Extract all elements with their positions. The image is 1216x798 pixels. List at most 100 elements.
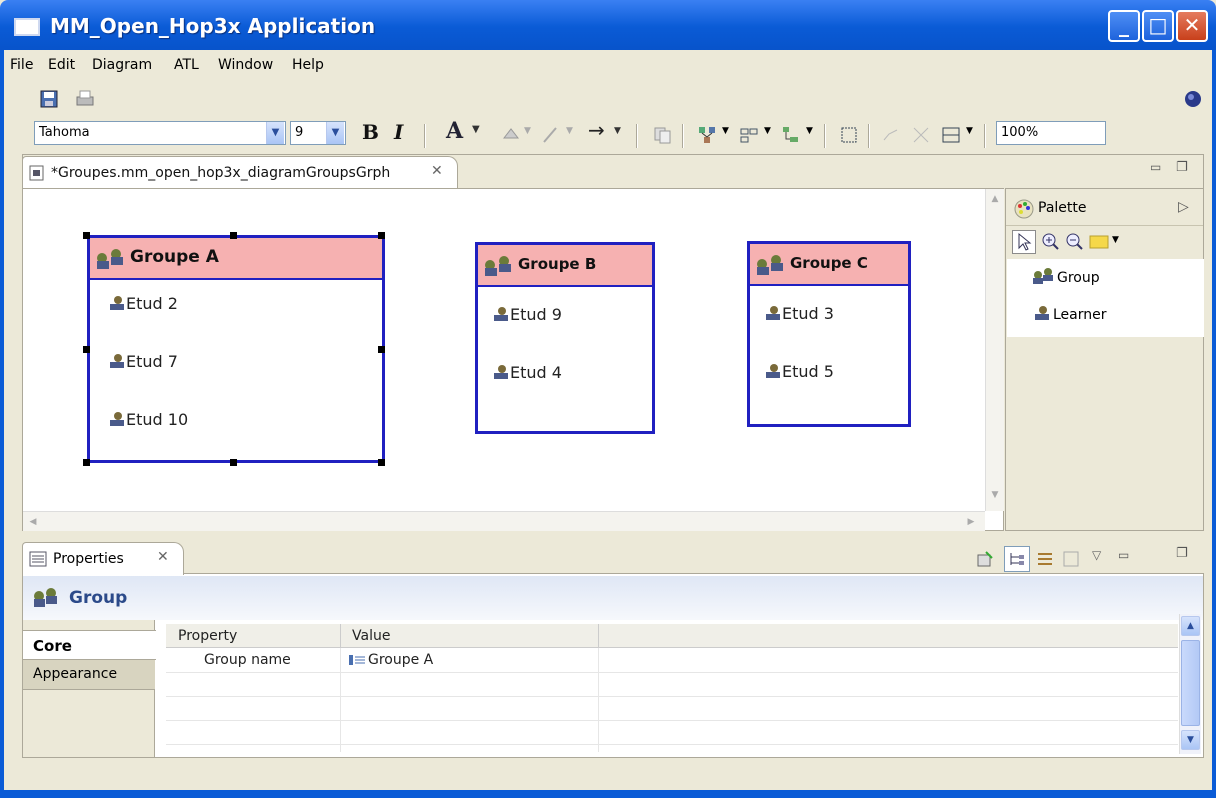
menu-file[interactable]: File: [10, 57, 33, 73]
resize-handle[interactable]: [378, 346, 385, 353]
minimize-button[interactable]: _: [1108, 10, 1140, 42]
font-color-dropdown-icon[interactable]: ▼: [472, 124, 480, 135]
menu-window[interactable]: Window: [218, 57, 273, 73]
scroll-up-icon[interactable]: ▲: [1181, 616, 1200, 636]
line-color-dropdown-icon[interactable]: ▼: [566, 126, 573, 136]
note-icon[interactable]: [1088, 231, 1110, 253]
fill-color-icon[interactable]: [500, 124, 522, 146]
font-color-button[interactable]: A: [446, 118, 463, 144]
view-menu-icon[interactable]: ▽: [1092, 548, 1101, 562]
vertical-scrollbar[interactable]: ▲ ▼: [985, 189, 1004, 511]
close-button[interactable]: ✕: [1176, 10, 1208, 42]
learner-item[interactable]: Etud 9: [490, 305, 562, 324]
palette-title: Palette: [1038, 200, 1087, 216]
learner-item[interactable]: Etud 2: [106, 294, 178, 313]
route-icon[interactable]: [880, 124, 902, 146]
align-icon[interactable]: [738, 124, 760, 146]
close-properties-icon[interactable]: ✕: [157, 549, 169, 565]
menu-help[interactable]: Help: [292, 57, 324, 73]
line-style-dropdown-icon[interactable]: ▼: [966, 126, 973, 136]
arrange-all-icon[interactable]: [696, 124, 718, 146]
resize-handle[interactable]: [83, 459, 90, 466]
arrow-style-button[interactable]: →: [588, 118, 605, 142]
side-tab-core[interactable]: Core: [23, 630, 156, 660]
table-row[interactable]: Group name Groupe A: [166, 648, 1178, 672]
resize-handle[interactable]: [230, 232, 237, 239]
fill-color-dropdown-icon[interactable]: ▼: [524, 126, 531, 136]
resize-handle[interactable]: [230, 459, 237, 466]
line-color-icon[interactable]: [540, 124, 562, 146]
close-tab-icon[interactable]: ✕: [431, 163, 443, 179]
font-name-dropdown[interactable]: ▼: [266, 122, 284, 144]
group-header[interactable]: Groupe B: [478, 245, 652, 287]
arrange-dropdown-icon[interactable]: ▼: [722, 126, 729, 136]
copy-appearance-icon[interactable]: [652, 124, 674, 146]
menu-edit[interactable]: Edit: [48, 57, 75, 73]
scroll-down-icon[interactable]: ▼: [987, 487, 1003, 503]
bold-button[interactable]: B: [362, 120, 379, 144]
resize-handle[interactable]: [378, 459, 385, 466]
menu-atl[interactable]: ATL: [174, 57, 199, 73]
filter-icon[interactable]: [1034, 548, 1056, 570]
line-style-icon[interactable]: [940, 124, 962, 146]
palette-tool-group[interactable]: Group: [1031, 267, 1100, 286]
learner-item[interactable]: Etud 4: [490, 363, 562, 382]
pin-icon[interactable]: [974, 548, 996, 570]
collapse-palette-icon[interactable]: ▷: [1178, 199, 1189, 215]
align-dropdown-icon[interactable]: ▼: [764, 126, 771, 136]
remove-route-icon[interactable]: [910, 124, 932, 146]
diagram-canvas[interactable]: ▲ ▼ ◀ ▶ Groupe A Etud 2 Etud 7 Etud 10 G…: [22, 188, 1004, 531]
learner-item[interactable]: Etud 10: [106, 410, 188, 429]
group-icon: [757, 255, 783, 275]
group-header[interactable]: Groupe C: [750, 244, 908, 286]
globe-icon[interactable]: [1182, 88, 1204, 110]
group-node-b[interactable]: Groupe B Etud 9 Etud 4: [475, 242, 655, 434]
show-categories-button[interactable]: [1004, 546, 1030, 572]
minimize-view-icon[interactable]: ▭: [1150, 160, 1161, 174]
italic-button[interactable]: I: [394, 120, 403, 144]
maximize-view-icon[interactable]: ❐: [1176, 160, 1188, 175]
scroll-right-icon[interactable]: ▶: [963, 514, 979, 530]
learner-item[interactable]: Etud 5: [762, 362, 834, 381]
print-icon[interactable]: [74, 88, 96, 110]
font-name-combo[interactable]: Tahoma: [34, 121, 286, 145]
horizontal-scrollbar[interactable]: ◀ ▶: [23, 511, 985, 531]
learner-item[interactable]: Etud 3: [762, 304, 834, 323]
zoom-out-icon[interactable]: [1064, 231, 1086, 253]
group-node-c[interactable]: Groupe C Etud 3 Etud 5: [747, 241, 911, 427]
restore-defaults-icon[interactable]: [1060, 548, 1082, 570]
palette-tool-learner[interactable]: Learner: [1031, 305, 1107, 323]
side-tab-appearance[interactable]: Appearance: [23, 660, 155, 690]
scroll-down-icon[interactable]: ▼: [1181, 730, 1200, 750]
group-icon: [485, 256, 511, 276]
menu-diagram[interactable]: Diagram: [92, 57, 152, 73]
group-node-a[interactable]: Groupe A Etud 2 Etud 7 Etud 10: [87, 235, 385, 463]
resize-handle[interactable]: [83, 346, 90, 353]
scroll-up-icon[interactable]: ▲: [987, 191, 1003, 207]
minimize-properties-icon[interactable]: ▭: [1118, 548, 1129, 562]
save-icon[interactable]: [38, 88, 60, 110]
zoom-combo[interactable]: 100%: [996, 121, 1106, 145]
autosize-icon[interactable]: [838, 124, 860, 146]
properties-tab[interactable]: Properties ✕: [22, 542, 184, 575]
learner-item[interactable]: Etud 7: [106, 352, 178, 371]
distribute-icon[interactable]: [780, 124, 802, 146]
distribute-dropdown-icon[interactable]: ▼: [806, 126, 813, 136]
scroll-left-icon[interactable]: ◀: [25, 514, 41, 530]
zoom-in-icon[interactable]: [1040, 231, 1062, 253]
palette-icon: [1014, 199, 1034, 219]
editor-tab[interactable]: *Groupes.mm_open_hop3x_diagramGroupsGrph…: [22, 156, 458, 190]
group-header[interactable]: Groupe A: [90, 238, 382, 280]
resize-handle[interactable]: [378, 232, 385, 239]
select-tool[interactable]: [1012, 230, 1036, 254]
font-size-dropdown[interactable]: ▼: [326, 122, 344, 144]
arrow-style-dropdown-icon[interactable]: ▼: [614, 126, 621, 136]
resize-handle[interactable]: [83, 232, 90, 239]
scroll-thumb[interactable]: [1181, 640, 1200, 726]
maximize-button[interactable]: □: [1142, 10, 1174, 42]
note-dropdown-icon[interactable]: ▼: [1112, 235, 1119, 245]
property-value[interactable]: Groupe A: [368, 652, 433, 668]
property-table-body: Group name Groupe A: [166, 648, 1178, 752]
maximize-properties-icon[interactable]: ❐: [1176, 546, 1188, 561]
properties-scrollbar[interactable]: ▲ ▼: [1179, 614, 1201, 754]
